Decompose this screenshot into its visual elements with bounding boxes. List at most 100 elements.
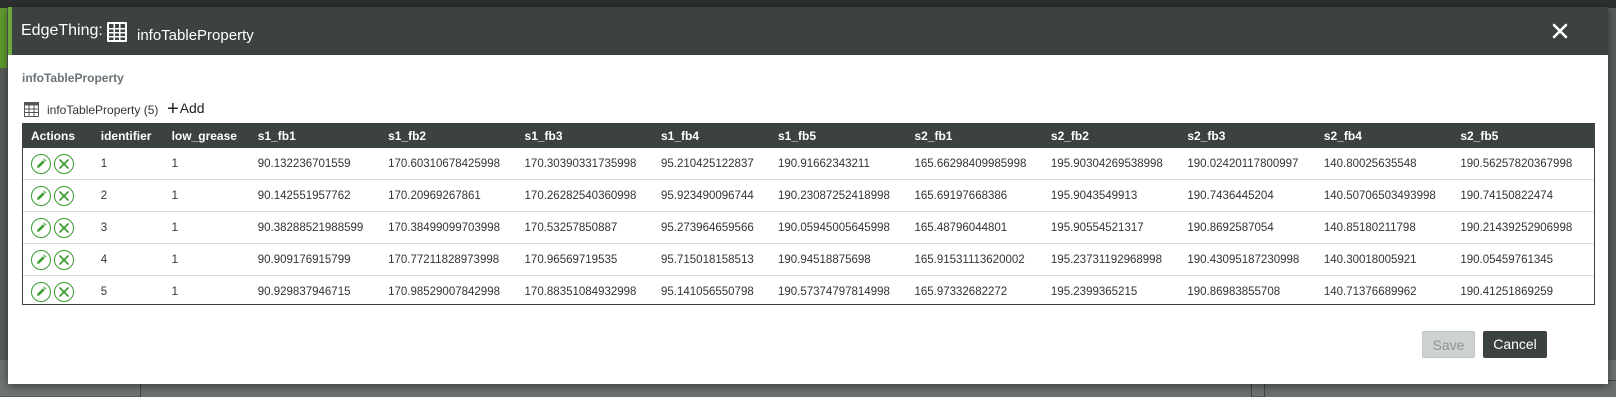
table-header-row: Actions identifier low_grease s1_fb1 s1_…	[23, 124, 1594, 148]
column-header[interactable]: s1_fb2	[380, 124, 516, 148]
table-cell: 190.56257820367998	[1452, 148, 1594, 180]
infotable-editor-modal: EdgeThing: infoTableProperty infoTablePr…	[8, 7, 1608, 384]
column-header[interactable]: s2_fb4	[1316, 124, 1452, 148]
table-cell: 165.97332682272	[914, 285, 1008, 298]
pencil-icon[interactable]	[31, 217, 51, 238]
table-cell: 95.141056550798	[661, 285, 754, 298]
table-cell: 140.80025635548	[1315, 148, 1453, 180]
table-cell: 170.30390331735998	[516, 148, 653, 180]
table-cell: 90.142551957762	[249, 179, 381, 212]
circle-x-icon[interactable]	[54, 249, 74, 270]
column-header[interactable]: s1_fb5	[770, 124, 906, 148]
plus-icon: +	[167, 98, 179, 120]
table-row[interactable]: 4 1 90.909176915799 170.77211828973998 170.9…	[23, 243, 1594, 276]
cancel-button[interactable]: Cancel	[1483, 331, 1547, 358]
table-cell: 165.91531113620002	[906, 243, 1043, 276]
table-cell: 190.02420117800997	[1179, 148, 1316, 180]
column-header[interactable]: Actions	[23, 124, 93, 148]
table-cell: 195.9043549913	[1042, 179, 1180, 212]
row-actions	[23, 148, 93, 180]
table-cell: 190.05459761345	[1452, 243, 1594, 276]
table-cell: 190.05945005645998	[769, 211, 907, 244]
column-header[interactable]: s2_fb3	[1179, 124, 1315, 148]
table-cell: 95.210425122837	[653, 148, 770, 180]
table-cell: 1	[163, 243, 250, 276]
table-cell: 190.91662343211	[769, 148, 907, 180]
infotable-grid: Actions identifier low_grease s1_fb1 s1_…	[22, 123, 1595, 305]
circle-x-icon[interactable]	[54, 153, 74, 174]
table-row[interactable]: 2 1 90.142551957762 170.20969267861 170.2628…	[23, 179, 1594, 212]
table-cell: 1	[163, 179, 250, 212]
table-cell: 190.41251869259	[1460, 285, 1554, 298]
column-header[interactable]: s1_fb4	[653, 124, 770, 148]
background-app-accent	[0, 8, 7, 68]
table-cell: 170.98529007842998	[388, 285, 500, 298]
table-cell: 190.7436445204	[1179, 179, 1316, 212]
table-cell: 165.48796044801	[906, 211, 1043, 244]
pencil-icon[interactable]	[31, 249, 51, 270]
table-cell: 165.66298409985998	[906, 148, 1043, 180]
table-name-count: infoTableProperty (5)	[47, 103, 159, 117]
table-cell: 95.715018158513	[653, 243, 770, 276]
column-header[interactable]: s1_fb1	[250, 124, 380, 148]
table-cell: 95.273964659566	[653, 211, 770, 244]
table-cell: 170.96569719535	[516, 243, 653, 276]
row-actions	[23, 211, 93, 244]
table-cell: 1	[163, 148, 250, 180]
table-cell: 3	[92, 211, 164, 244]
header-accent-bar	[8, 7, 12, 55]
table-cell: 190.94518875698	[769, 243, 907, 276]
table-cell: 140.30018005921	[1315, 243, 1453, 276]
table-cell: 1	[92, 148, 164, 180]
pencil-icon[interactable]	[31, 185, 51, 206]
modal-title: infoTableProperty	[137, 27, 254, 44]
column-header[interactable]: s1_fb3	[517, 124, 653, 148]
property-name-label: infoTableProperty	[22, 71, 124, 85]
save-button[interactable]: Save	[1422, 331, 1475, 358]
column-header[interactable]: s2_fb5	[1452, 124, 1594, 148]
table-cell: 170.53257850887	[516, 211, 653, 244]
table-cell: 170.88351084932998	[524, 285, 637, 298]
table-row[interactable]: 1 1 90.132236701559 170.60310678425998 170.3…	[23, 148, 1594, 180]
table-cell: 190.43095187230998	[1179, 243, 1316, 276]
row-actions	[23, 276, 93, 308]
table-cell: 2	[92, 179, 164, 212]
table-grid-icon	[24, 102, 39, 117]
circle-x-icon[interactable]	[54, 281, 74, 302]
circle-x-icon[interactable]	[54, 185, 74, 206]
table-cell: 90.38288521988599	[249, 211, 381, 244]
table-row[interactable]: 3 1 90.38288521988599 170.38499099703998 170…	[23, 211, 1594, 244]
table-cell: 190.21439252906998	[1452, 211, 1594, 244]
table-cell: 190.86983855708	[1187, 285, 1281, 298]
add-row-label: Add	[179, 100, 205, 116]
add-row-button[interactable]: +Add	[167, 98, 205, 120]
table-cell: 165.69197668386	[906, 179, 1043, 212]
column-header[interactable]: s2_fb1	[906, 124, 1042, 148]
row-actions	[23, 179, 93, 212]
table-cell: 190.8692587054	[1179, 211, 1316, 244]
table-cell: 190.23087252418998	[769, 179, 907, 212]
pencil-icon[interactable]	[31, 281, 51, 302]
close-icon[interactable]	[1550, 21, 1570, 41]
circle-x-icon[interactable]	[54, 217, 74, 238]
table-cell: 1	[163, 211, 250, 244]
table-cell: 170.26282540360998	[516, 179, 653, 212]
table-cell: 140.71376689962	[1323, 285, 1417, 298]
table-cell: 90.929837946715	[257, 285, 351, 298]
table-cell: 140.85180211798	[1315, 211, 1453, 244]
column-header[interactable]: identifier	[93, 124, 164, 148]
table-cell: 195.90554521317	[1042, 211, 1180, 244]
modal-header: EdgeThing: infoTableProperty	[8, 7, 1608, 55]
table-grid-icon	[106, 21, 128, 43]
table-cell: 195.90304269538998	[1042, 148, 1180, 180]
pencil-icon[interactable]	[31, 153, 51, 174]
table-cell: 195.23731192968998	[1042, 243, 1180, 276]
table-row[interactable]: 5 1 90.929837946715 170.98529007842998 170.8…	[23, 276, 1594, 308]
table-cell: 1	[171, 285, 178, 298]
table-cell: 170.77211828973998	[380, 243, 517, 276]
table-cell: 90.132236701559	[249, 148, 381, 180]
column-header[interactable]: s2_fb2	[1043, 124, 1179, 148]
table-cell: 190.57374797814998	[777, 285, 890, 298]
table-cell: 190.74150822474	[1452, 179, 1594, 212]
column-header[interactable]: low_grease	[164, 124, 250, 148]
